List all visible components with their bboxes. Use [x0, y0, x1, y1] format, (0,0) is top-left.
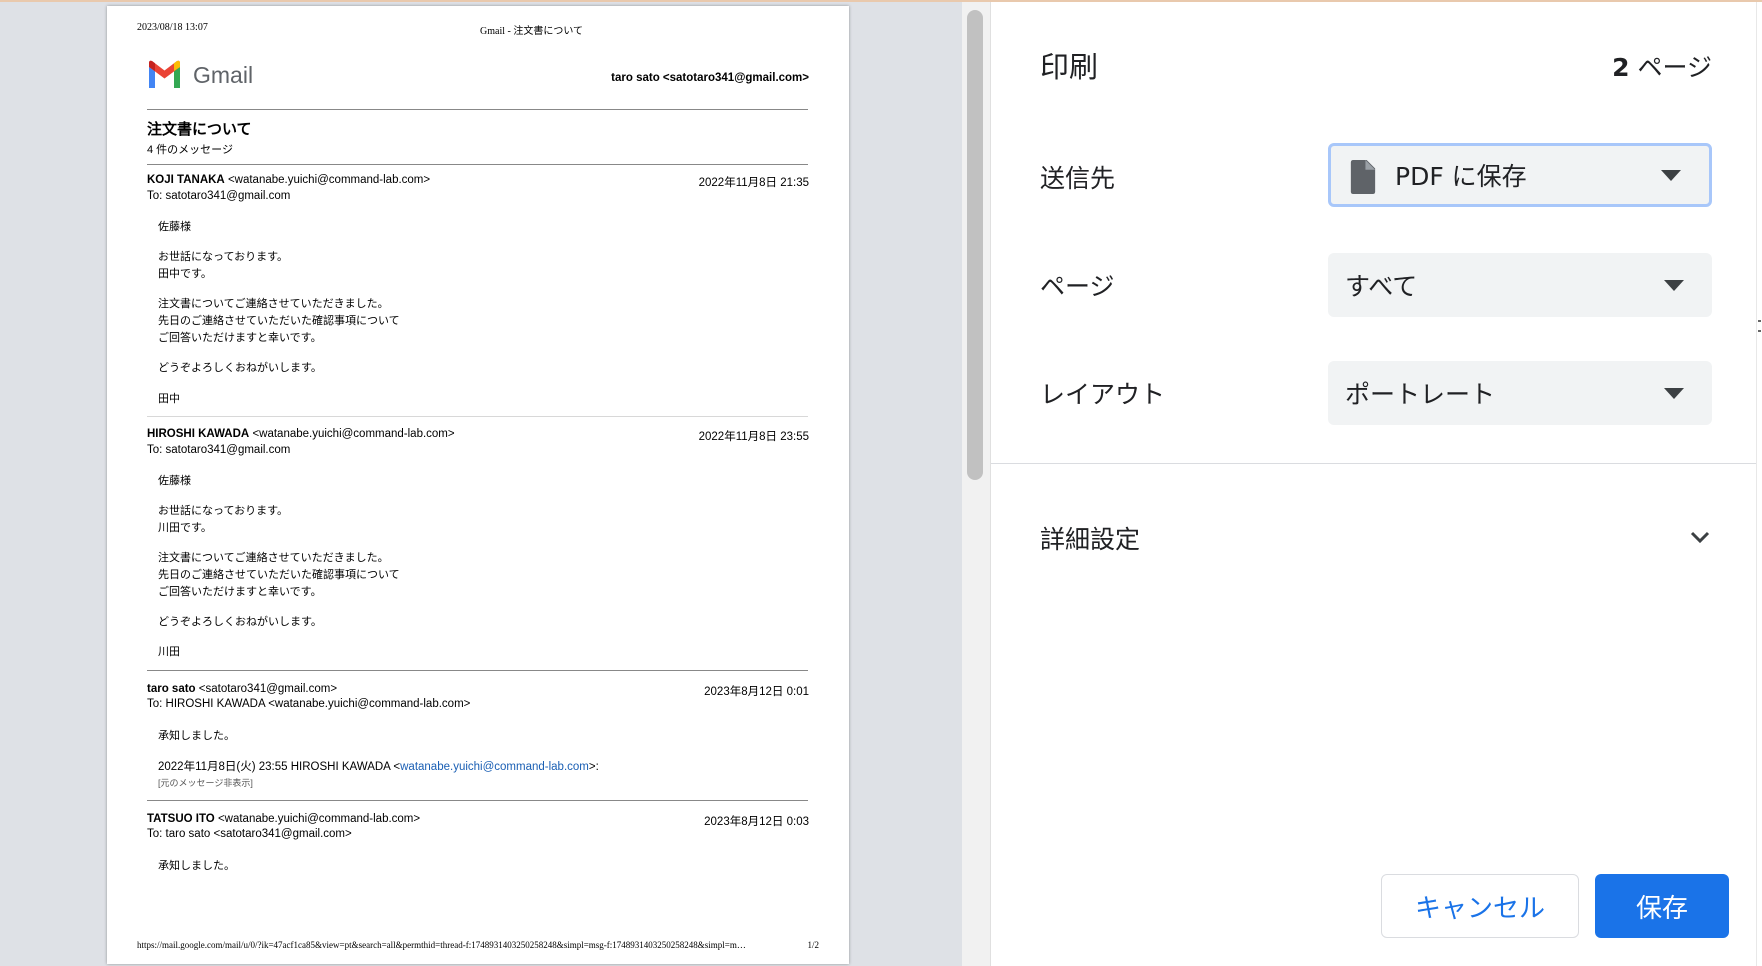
header-divider	[147, 109, 808, 110]
body-line: ご回答いただけますと幸いです。	[158, 586, 322, 598]
subject-divider	[147, 164, 808, 165]
body-line: 承知しました。	[158, 730, 235, 742]
save-button[interactable]: 保存	[1595, 874, 1729, 938]
quote-suffix: >:	[588, 761, 599, 773]
panel-right-edge	[1756, 2, 1757, 966]
message-date: 2023年8月12日 0:01	[704, 686, 809, 698]
message-divider	[147, 670, 808, 671]
body-line: 川田です。	[158, 522, 212, 534]
print-preview-area: 2023/08/18 13:07 Gmail - 注文書について Gmail t…	[0, 2, 962, 966]
body-line: 佐藤様	[158, 475, 191, 487]
pages-label: ページ	[1040, 272, 1115, 301]
layout-value: ポートレート	[1345, 380, 1496, 409]
sender-name: taro sato	[147, 683, 196, 695]
pages-value: すべて	[1345, 272, 1418, 301]
sender-name: HIROSHI KAWADA	[147, 428, 250, 440]
page-footer-number: 1/2	[807, 940, 819, 950]
page-header-title: Gmail - 注文書について	[480, 26, 584, 37]
sender-email: <watanabe.yuichi@command-lab.com>	[227, 174, 431, 186]
sender-name: TATSUO ITO	[147, 813, 215, 825]
chevron-down-icon	[1664, 388, 1684, 399]
sender-email: <watanabe.yuichi@command-lab.com>	[252, 428, 455, 440]
message-divider	[147, 800, 808, 801]
document-icon	[1350, 160, 1376, 194]
more-settings-label: 詳細設定	[1040, 525, 1141, 554]
preview-page: 2023/08/18 13:07 Gmail - 注文書について Gmail t…	[107, 6, 849, 964]
account-info: taro sato <satotaro341@gmail.com>	[611, 72, 809, 84]
message-recipient: To: taro sato <satotaro341@gmail.com>	[147, 828, 352, 840]
quote-prefix: 2022年11月8日(火) 23:55 HIROSHI KAWADA <	[158, 761, 401, 773]
body-line: お世話になっております。	[158, 505, 289, 517]
cancel-button[interactable]: キャンセル	[1381, 874, 1579, 938]
page-footer-url: https://mail.google.com/mail/u/0/?ik=47a…	[137, 940, 746, 950]
message-recipient: To: satotaro341@gmail.com	[147, 444, 291, 456]
panel-border	[990, 2, 991, 966]
body-line: お世話になっております。	[158, 251, 289, 263]
body-line: 川田	[158, 646, 180, 658]
body-line: どうぞよろしくおねがいします。	[158, 362, 322, 374]
message-date: 2022年11月8日 21:35	[698, 177, 809, 189]
layout-label: レイアウト	[1040, 380, 1166, 409]
chevron-down-icon	[1690, 531, 1710, 544]
edge-mark	[1758, 330, 1761, 332]
gmail-logo-text: Gmail	[193, 62, 254, 88]
body-line: 先日のご連絡させていただいた確認事項について	[158, 569, 400, 581]
print-title: 印刷	[1040, 50, 1099, 84]
message-recipient: To: HIROSHI KAWADA <watanabe.yuichi@comm…	[147, 698, 471, 710]
quote-email-link[interactable]: watanabe.yuichi@command-lab.com	[400, 761, 589, 773]
gmail-logo-icon	[149, 60, 180, 88]
body-line: どうぞよろしくおねがいします。	[158, 616, 322, 628]
message-recipient: To: satotaro341@gmail.com	[147, 190, 291, 202]
destination-label: 送信先	[1040, 164, 1116, 193]
more-settings-toggle[interactable]: 詳細設定	[1040, 510, 1720, 560]
body-line: 田中です。	[158, 268, 212, 280]
body-line: 承知しました。	[158, 860, 235, 872]
message-date: 2023年8月12日 0:03	[704, 816, 809, 828]
pages-select[interactable]: すべて	[1328, 253, 1712, 317]
sender-email: <satotaro341@gmail.com>	[198, 683, 338, 695]
settings-divider	[991, 463, 1756, 464]
body-line: 注文書についてご連絡させていただきました。	[158, 552, 389, 564]
destination-value: PDF に保存	[1395, 162, 1527, 191]
hidden-message-note: [元のメッセージ非表示]	[158, 778, 253, 788]
destination-select[interactable]: PDF に保存	[1328, 143, 1712, 207]
body-line: 佐藤様	[158, 221, 191, 233]
preview-scrollbar-thumb[interactable]	[967, 10, 983, 480]
body-line: 田中	[158, 393, 180, 405]
sender-name: KOJI TANAKA	[147, 174, 225, 186]
sender-email: <watanabe.yuichi@command-lab.com>	[217, 813, 421, 825]
body-line: 注文書についてご連絡させていただきました。	[158, 298, 389, 310]
body-line: 先日のご連絡させていただいた確認事項について	[158, 315, 400, 327]
message-count: 4 件のメッセージ	[147, 144, 233, 156]
chevron-down-icon	[1664, 280, 1684, 291]
message-divider	[147, 416, 808, 417]
message-date: 2022年11月8日 23:55	[698, 431, 809, 443]
body-line: ご回答いただけますと幸いです。	[158, 332, 322, 344]
layout-select[interactable]: ポートレート	[1328, 361, 1712, 425]
page-header-date: 2023/08/18 13:07	[137, 22, 208, 33]
quoted-header: 2022年11月8日(火) 23:55 HIROSHI KAWADA <wata…	[158, 758, 599, 774]
thread-subject: 注文書について	[147, 121, 252, 138]
chevron-down-icon	[1661, 170, 1681, 181]
edge-mark	[1758, 320, 1761, 322]
page-count: 2 ページ	[1612, 53, 1712, 82]
